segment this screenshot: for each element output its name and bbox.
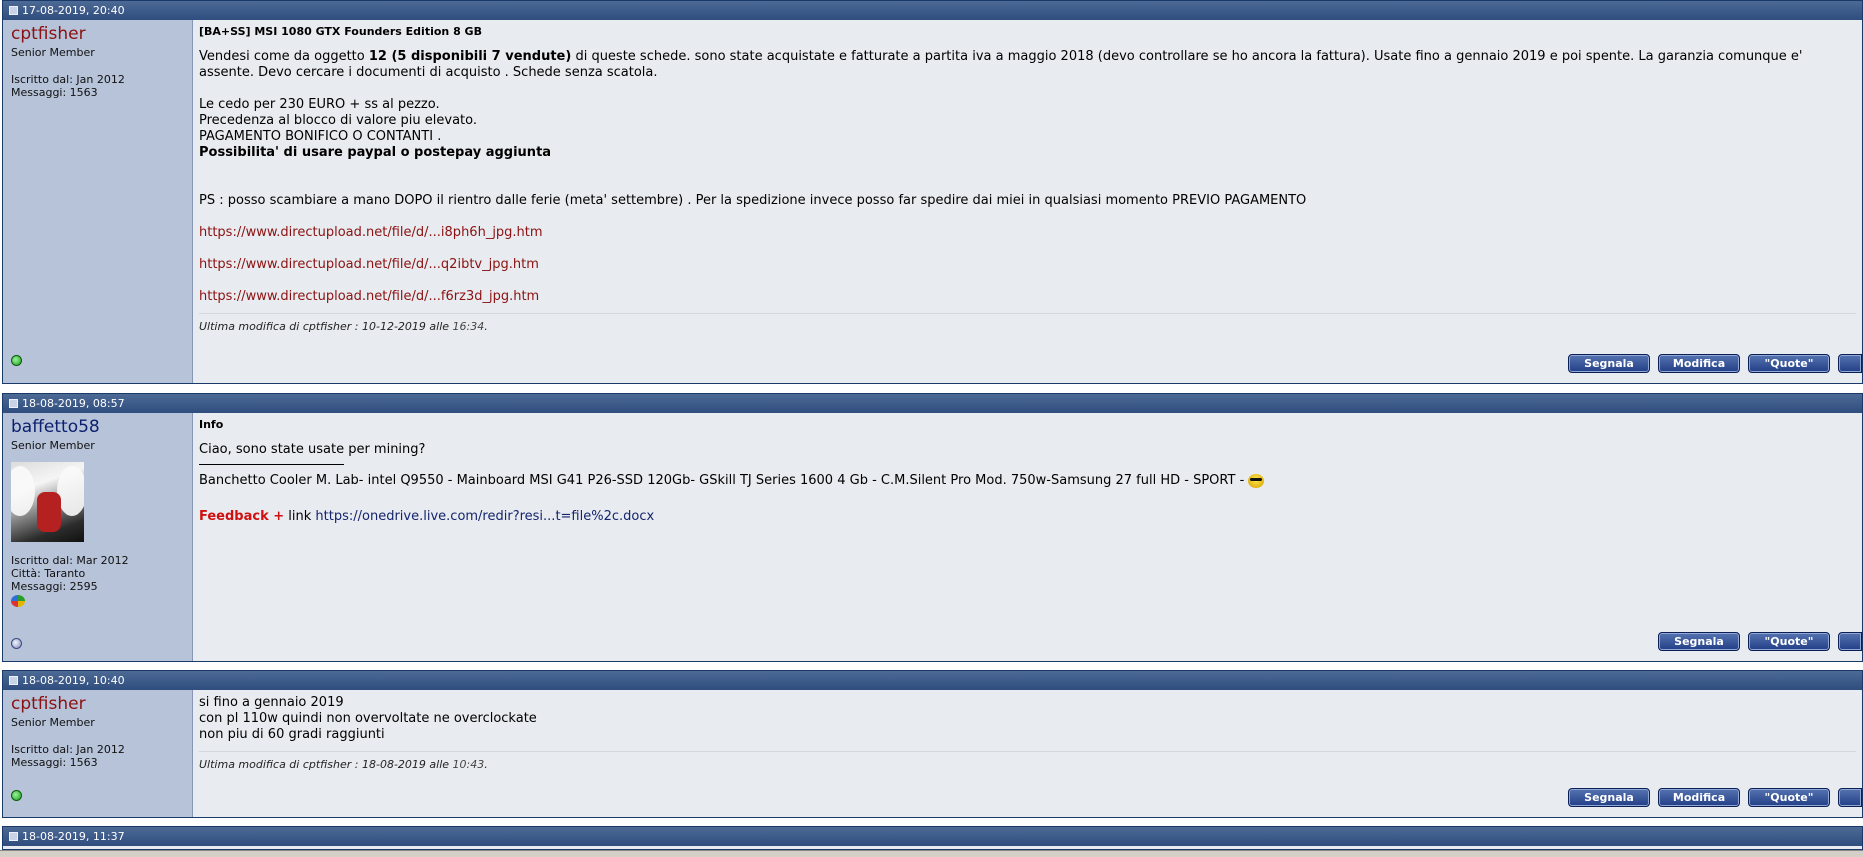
edit-note-time: 10:43 <box>452 758 485 771</box>
signature-text: Banchetto Cooler M. Lab- intel Q9550 - M… <box>199 473 1245 488</box>
offline-status-icon <box>11 638 22 649</box>
user-meta: Iscritto dal: Jan 2012 Messaggi: 1563 <box>11 743 184 769</box>
user-messages: Messaggi: 1563 <box>11 756 98 769</box>
body-line: PAGAMENTO BONIFICO O CONTANTI . <box>199 129 442 144</box>
edit-note-time: 16:34 <box>452 320 485 333</box>
body-text: Vendesi come da oggetto <box>199 49 369 64</box>
post-3: 18-08-2019, 10:40 cptfisher Senior Membe… <box>2 670 1863 818</box>
signature-divider <box>199 464 344 465</box>
quick-reply-button[interactable] <box>1838 354 1862 373</box>
image-link-1[interactable]: https://www.directupload.net/file/d/...i… <box>199 225 543 240</box>
body-line: Precedenza al blocco di valore piu eleva… <box>199 113 478 128</box>
avatar-wing-left <box>11 466 35 516</box>
report-button[interactable]: Segnala <box>1568 354 1650 373</box>
post-content: Info Ciao, sono state usate per mining? … <box>193 413 1862 661</box>
user-messages: Messaggi: 1563 <box>11 86 98 99</box>
quote-button[interactable]: "Quote" <box>1748 632 1830 651</box>
avatar-wing-right <box>57 466 84 516</box>
user-rank: Senior Member <box>11 716 95 729</box>
edit-note: Ultima modifica di cptfisher : 10-12-201… <box>199 313 1856 333</box>
body-line: con pl 110w quindi non overvoltate ne ov… <box>199 711 537 726</box>
avatar-rider <box>37 492 61 532</box>
report-button[interactable]: Segnala <box>1658 632 1740 651</box>
quote-button[interactable]: "Quote" <box>1748 788 1830 807</box>
post-date: 18-08-2019, 11:37 <box>22 830 125 843</box>
user-sidebar: baffetto58 Senior Member Iscritto dal: M… <box>3 413 193 661</box>
post-buttons: Segnala Modifica "Quote" <box>1568 788 1862 807</box>
quick-reply-button[interactable] <box>1838 632 1862 651</box>
post-icon <box>9 676 18 685</box>
user-avatar[interactable] <box>11 462 84 542</box>
edit-button[interactable]: Modifica <box>1658 788 1740 807</box>
online-status-icon <box>11 355 22 366</box>
user-meta: Iscritto dal: Jan 2012 Messaggi: 1563 <box>11 73 184 99</box>
feedback-link[interactable]: https://onedrive.live.com/redir?resi...t… <box>315 509 654 524</box>
post-header: 17-08-2019, 20:40 <box>3 1 1862 20</box>
post-2: 18-08-2019, 08:57 baffetto58 Senior Memb… <box>2 393 1863 662</box>
post-header: 18-08-2019, 10:40 <box>3 671 1862 690</box>
online-status-icon <box>11 790 22 801</box>
user-sidebar: cptfisher Senior Member Iscritto dal: Ja… <box>3 690 193 817</box>
post-4: 18-08-2019, 11:37 <box>2 826 1863 850</box>
post-content: si fino a gennaio 2019 con pl 110w quind… <box>193 690 1862 817</box>
username-link[interactable]: cptfisher <box>11 694 184 714</box>
user-meta: Iscritto dal: Mar 2012 Città: Taranto Me… <box>11 554 184 607</box>
post-content: [BA+SS] MSI 1080 GTX Founders Edition 8 … <box>193 20 1862 383</box>
feedback-label: Feedback + <box>199 509 285 524</box>
body-ps: PS : posso scambiare a mano DOPO il rien… <box>199 193 1307 208</box>
user-rank: Senior Member <box>11 439 95 452</box>
user-city: Città: Taranto <box>11 567 86 580</box>
post-1: 17-08-2019, 20:40 cptfisher Senior Membe… <box>2 0 1863 384</box>
quick-reply-button[interactable] <box>1838 788 1862 807</box>
post-header: 18-08-2019, 11:37 <box>3 827 1862 846</box>
report-button[interactable]: Segnala <box>1568 788 1650 807</box>
post-icon <box>9 399 18 408</box>
body-line: non piu di 60 gradi raggiunti <box>199 727 385 742</box>
user-rank: Senior Member <box>11 46 95 59</box>
username-link[interactable]: cptfisher <box>11 24 184 44</box>
edit-note-text: Ultima modifica di cptfisher : 10-12-201… <box>199 320 453 333</box>
body-line: Le cedo per 230 EURO + ss al pezzo. <box>199 97 440 112</box>
smiley-icon <box>1248 473 1265 488</box>
quote-button[interactable]: "Quote" <box>1748 354 1830 373</box>
edit-note-end: . <box>484 758 488 771</box>
body-line: Ciao, sono state usate per mining? <box>199 442 426 457</box>
post-date: 18-08-2019, 10:40 <box>22 674 125 687</box>
post-date: 17-08-2019, 20:40 <box>22 4 125 17</box>
edit-button[interactable]: Modifica <box>1658 354 1740 373</box>
username-link[interactable]: baffetto58 <box>11 417 184 437</box>
post-buttons: Segnala Modifica "Quote" <box>1568 354 1862 373</box>
image-link-2[interactable]: https://www.directupload.net/file/d/...q… <box>199 257 539 272</box>
user-joined: Iscritto dal: Mar 2012 <box>11 554 129 567</box>
body-bold: 12 (5 disponibili 7 vendute) <box>368 49 572 64</box>
feedback-word: link <box>284 509 316 524</box>
post-date: 18-08-2019, 08:57 <box>22 397 125 410</box>
msn-icon[interactable] <box>11 595 25 607</box>
post-body: si fino a gennaio 2019 con pl 110w quind… <box>199 695 1856 743</box>
body-line: si fino a gennaio 2019 <box>199 695 344 710</box>
edit-note-end: . <box>484 320 488 333</box>
body-line-bold: Possibilita' di usare paypal o postepay … <box>199 145 552 160</box>
post-icon <box>9 832 18 841</box>
user-joined: Iscritto dal: Jan 2012 <box>11 743 125 756</box>
post-body: Ciao, sono state usate per mining? Banch… <box>199 442 1856 525</box>
post-buttons: Segnala "Quote" <box>1658 632 1862 651</box>
user-messages: Messaggi: 2595 <box>11 580 98 593</box>
post-body: Vendesi come da oggetto 12 (5 disponibil… <box>199 49 1856 305</box>
post-title: [BA+SS] MSI 1080 GTX Founders Edition 8 … <box>199 25 482 38</box>
user-joined: Iscritto dal: Jan 2012 <box>11 73 125 86</box>
edit-note-text: Ultima modifica di cptfisher : 18-08-201… <box>199 758 453 771</box>
edit-note: Ultima modifica di cptfisher : 18-08-201… <box>199 751 1856 771</box>
post-header: 18-08-2019, 08:57 <box>3 394 1862 413</box>
post-icon <box>9 6 18 15</box>
image-link-3[interactable]: https://www.directupload.net/file/d/...f… <box>199 289 539 304</box>
user-sidebar: cptfisher Senior Member Iscritto dal: Ja… <box>3 20 193 383</box>
post-title: Info <box>199 418 224 431</box>
